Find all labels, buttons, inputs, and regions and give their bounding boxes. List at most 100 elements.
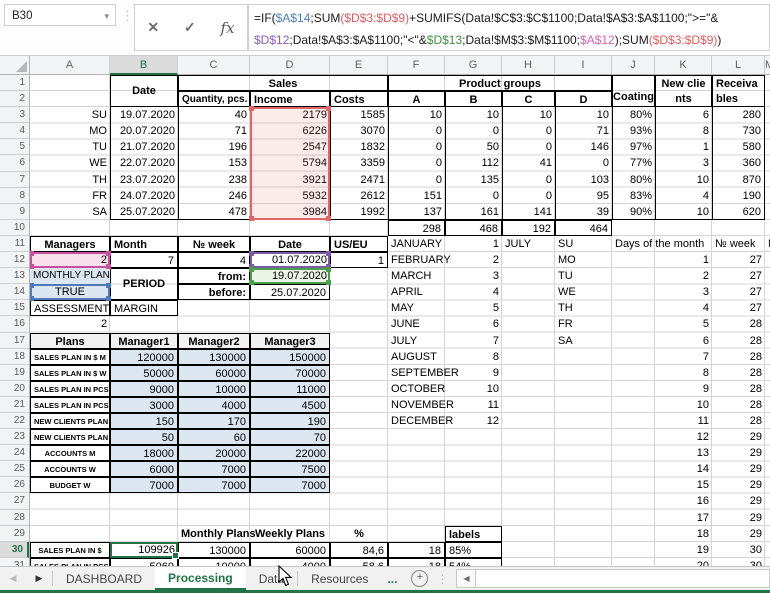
cell-J6[interactable]: 77% [612, 155, 655, 171]
cell-F10[interactable]: 298 [388, 220, 445, 236]
cell-B17[interactable]: Manager1 [110, 333, 178, 349]
cell-A11[interactable]: Managers [30, 236, 110, 252]
cell-G19[interactable]: 9 [445, 365, 502, 381]
cell-I7[interactable]: 103 [555, 172, 612, 188]
row-header-3[interactable]: 3 [0, 107, 29, 123]
cell-G20[interactable]: 10 [445, 381, 502, 397]
row-header-9[interactable]: 9 [0, 204, 29, 220]
cell-G18[interactable]: 8 [445, 349, 502, 365]
cell-F19[interactable]: SEPTEMBER [388, 365, 445, 381]
cell-C7[interactable]: 238 [178, 172, 250, 188]
cell-L25[interactable]: 29 [712, 461, 765, 477]
cell-G30[interactable]: 85% [445, 542, 502, 558]
cell-H6[interactable]: 41 [502, 155, 555, 171]
cell-B12[interactable]: 7 [110, 252, 178, 268]
cell-K17[interactable]: 6 [655, 333, 712, 349]
row-header-26[interactable]: 26 [0, 477, 29, 493]
row-header-1[interactable]: 1 [0, 75, 29, 91]
cell-A9[interactable]: SA [30, 204, 110, 220]
cell-I14[interactable]: WE [555, 284, 612, 300]
cell-H3[interactable]: 10 [502, 107, 555, 123]
cell-L19[interactable]: 28 [712, 365, 765, 381]
cell-K20[interactable]: 9 [655, 381, 712, 397]
row-header-24[interactable]: 24 [0, 445, 29, 461]
cell-I12[interactable]: MO [555, 252, 612, 268]
row-header-27[interactable]: 27 [0, 493, 29, 509]
cell-E5[interactable]: 1832 [330, 139, 388, 155]
cell-D30[interactable]: 60000 [250, 542, 330, 558]
cell-B13[interactable]: PERIOD [110, 268, 178, 300]
cell-M11[interactable]: M [765, 236, 770, 252]
cell-F3[interactable]: 10 [388, 107, 445, 123]
row-header-20[interactable]: 20 [0, 381, 29, 397]
cell-B4[interactable]: 20.07.2020 [110, 123, 178, 139]
cell-L15[interactable]: 27 [712, 300, 765, 316]
cell-F5[interactable]: 0 [388, 139, 445, 155]
cell-E2[interactable]: Costs [330, 91, 388, 107]
row-header-8[interactable]: 8 [0, 188, 29, 204]
row-header-10[interactable]: 10 [0, 220, 29, 236]
cell-L9[interactable]: 620 [712, 204, 765, 220]
cell-H7[interactable]: 0 [502, 172, 555, 188]
cell-L26[interactable]: 29 [712, 477, 765, 493]
cell-H2[interactable]: C [502, 91, 555, 107]
cell-B30[interactable]: 109926 [110, 542, 178, 558]
cell-D3[interactable]: 2179 [250, 107, 330, 123]
row-header-31[interactable]: 31 [0, 558, 29, 566]
cell-D13[interactable]: 19.07.2020 [250, 268, 330, 284]
cell-L28[interactable]: 29 [712, 510, 765, 526]
cell-C8[interactable]: 246 [178, 188, 250, 204]
cell-I2[interactable]: D [555, 91, 612, 107]
cell-A5[interactable]: TU [30, 139, 110, 155]
cell-L1[interactable]: Receivables [712, 75, 765, 107]
cell-L31[interactable]: 30 [712, 558, 765, 566]
cell-B1[interactable]: Date [110, 75, 178, 107]
cell-J4[interactable]: 93% [612, 123, 655, 139]
cell-K30[interactable]: 19 [655, 542, 712, 558]
cell-A19[interactable]: SALES PLAN IN $ W [30, 365, 110, 381]
row-header-19[interactable]: 19 [0, 365, 29, 381]
cell-D21[interactable]: 4500 [250, 397, 330, 413]
cell-K28[interactable]: 17 [655, 510, 712, 526]
cell-D22[interactable]: 190 [250, 413, 330, 429]
cell-B31[interactable]: 5060 [110, 558, 178, 566]
cell-K16[interactable]: 5 [655, 316, 712, 332]
cell-C18[interactable]: 130000 [178, 349, 250, 365]
row-header-4[interactable]: 4 [0, 123, 29, 139]
row-header-15[interactable]: 15 [0, 300, 29, 316]
cell-D25[interactable]: 7500 [250, 461, 330, 477]
cell-G2[interactable]: B [445, 91, 502, 107]
cell-K3[interactable]: 6 [655, 107, 712, 123]
cell-I11[interactable]: SU [555, 236, 612, 252]
cell-D29[interactable]: Weekly Plans [250, 526, 330, 542]
column-header-E[interactable]: E [330, 56, 388, 75]
cell-L11[interactable]: № week [712, 236, 765, 252]
cell-B9[interactable]: 25.07.2020 [110, 204, 178, 220]
cell-A4[interactable]: MO [30, 123, 110, 139]
cell-G4[interactable]: 0 [445, 123, 502, 139]
cell-E29[interactable]: % [330, 526, 388, 542]
cell-K8[interactable]: 4 [655, 188, 712, 204]
cell-A30[interactable]: SALES PLAN IN $ [30, 542, 110, 558]
cell-G17[interactable]: 7 [445, 333, 502, 349]
cell-A21[interactable]: SALES PLAN IN PCS W [30, 397, 110, 413]
cell-K22[interactable]: 11 [655, 413, 712, 429]
column-header-M[interactable]: M [765, 56, 770, 75]
cell-C25[interactable]: 7000 [178, 461, 250, 477]
cell-J8[interactable]: 83% [612, 188, 655, 204]
tabbar-splitter-icon[interactable]: ⋮ [428, 567, 456, 590]
cell-I13[interactable]: TU [555, 268, 612, 284]
cell-H9[interactable]: 141 [502, 204, 555, 220]
column-header-L[interactable]: L [712, 56, 765, 75]
cell-D9[interactable]: 3984 [250, 204, 330, 220]
cell-B21[interactable]: 3000 [110, 397, 178, 413]
row-header-14[interactable]: 14 [0, 284, 29, 300]
cell-D5[interactable]: 2547 [250, 139, 330, 155]
cell-D24[interactable]: 22000 [250, 445, 330, 461]
cell-E31[interactable]: 58,6 [330, 558, 388, 566]
column-header-K[interactable]: K [655, 56, 712, 75]
cell-K29[interactable]: 18 [655, 526, 712, 542]
cell-E30[interactable]: 84,6 [330, 542, 388, 558]
cell-A6[interactable]: WE [30, 155, 110, 171]
cell-F9[interactable]: 137 [388, 204, 445, 220]
